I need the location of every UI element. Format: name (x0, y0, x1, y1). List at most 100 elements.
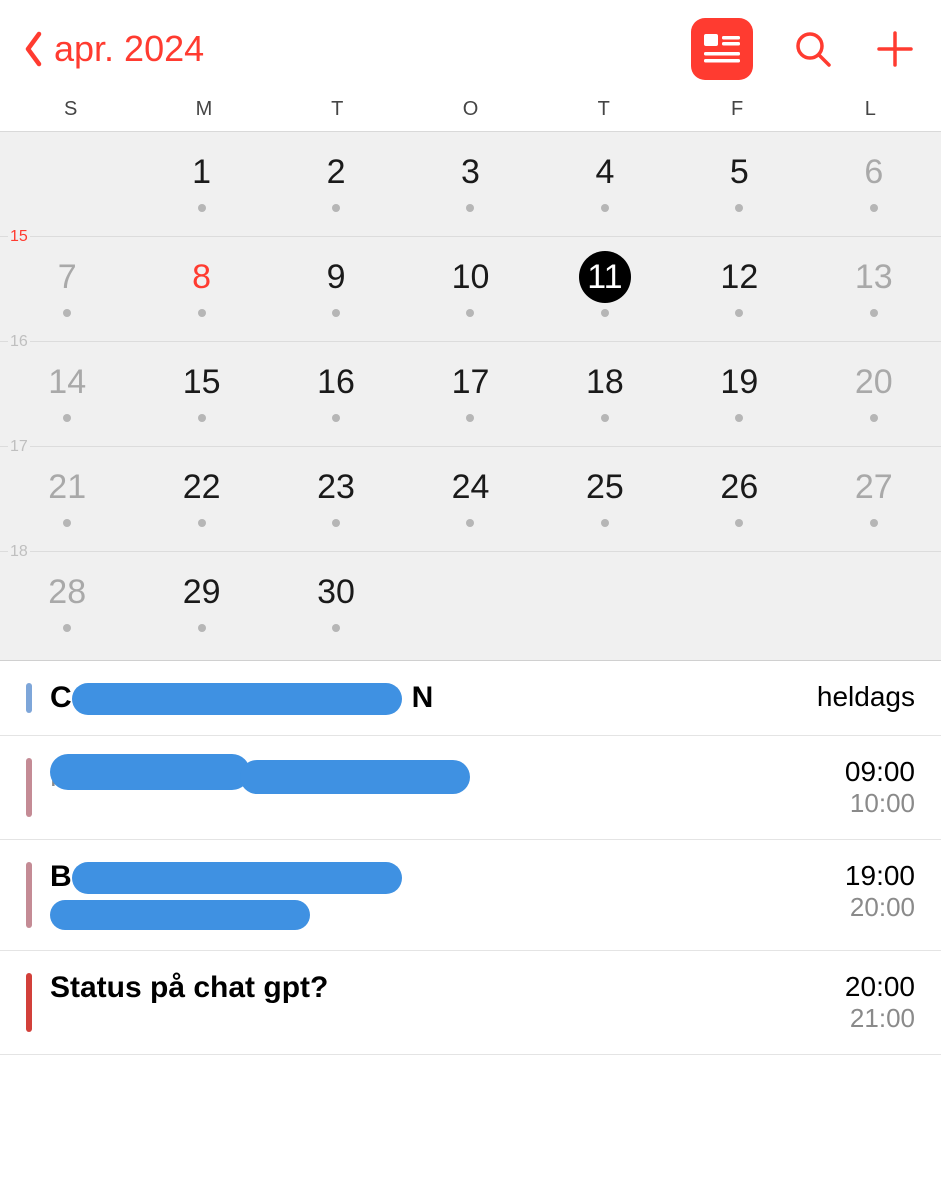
event-color-stripe (26, 683, 32, 713)
day-number: 5 (713, 146, 765, 198)
event-time-start: 20:00 (795, 971, 915, 1003)
event-dot-icon (198, 519, 206, 527)
event-dot-icon (332, 204, 340, 212)
day-cell[interactable]: 5 (672, 132, 806, 236)
search-icon (793, 29, 833, 69)
week-row: 1821222324252627 (0, 446, 941, 551)
event-dot-icon (870, 519, 878, 527)
day-cell[interactable]: 23 (269, 447, 403, 551)
day-number: 3 (444, 146, 496, 198)
add-event-button[interactable] (873, 27, 917, 71)
day-cell[interactable]: 25 (538, 447, 672, 551)
day-cell[interactable]: 9 (269, 237, 403, 341)
week-row: 28 29 30 (0, 551, 941, 656)
event-dot-icon (466, 309, 474, 317)
event-dot-icon (466, 414, 474, 422)
event-dot-icon (870, 309, 878, 317)
event-dot-icon (332, 519, 340, 527)
event-item[interactable]: B19:0020:00 (0, 840, 941, 951)
event-dot-icon (466, 519, 474, 527)
day-cell[interactable]: 29 (134, 552, 268, 656)
day-cell[interactable]: 26 (672, 447, 806, 551)
event-dot-icon (601, 414, 609, 422)
day-number: 21 (41, 461, 93, 513)
day-cell[interactable]: 22 (134, 447, 268, 551)
day-cell[interactable]: 10 (403, 237, 537, 341)
event-color-stripe (26, 862, 32, 928)
week-number: 18 (8, 543, 30, 561)
event-dot-icon (735, 204, 743, 212)
day-cell[interactable]: 12 (672, 237, 806, 341)
event-dot-icon (601, 204, 609, 212)
event-dot-icon (332, 309, 340, 317)
day-number: 4 (579, 146, 631, 198)
chevron-left-icon (24, 31, 44, 67)
event-item[interactable]: Status på chat gpt?20:0021:00 (0, 951, 941, 1055)
event-dot-icon (870, 414, 878, 422)
event-subtitle (50, 900, 795, 930)
event-dot-icon (332, 414, 340, 422)
event-dot-icon (735, 519, 743, 527)
list-view-button[interactable] (691, 18, 753, 80)
day-cell[interactable]: 14 (0, 342, 134, 446)
back-button[interactable]: apr. 2024 (24, 28, 204, 70)
weekday-label: T (537, 98, 670, 121)
event-allday-label: heldags (795, 681, 915, 713)
day-number: 17 (444, 356, 496, 408)
day-number: 29 (176, 566, 228, 618)
event-main: CN (50, 681, 795, 715)
event-dot-icon (63, 414, 71, 422)
day-cell[interactable]: 1 (134, 132, 268, 236)
day-cell[interactable]: 28 (0, 552, 134, 656)
back-label: apr. 2024 (54, 28, 204, 70)
event-dot-icon (601, 519, 609, 527)
day-cell[interactable]: 11 (538, 237, 672, 341)
day-cell[interactable]: 8 (134, 237, 268, 341)
day-number: 20 (848, 356, 900, 408)
day-number: 27 (848, 461, 900, 513)
event-main: Status på chat gpt? (50, 971, 795, 1005)
day-cell[interactable]: 13 (807, 237, 941, 341)
day-cell[interactable]: 19 (672, 342, 806, 446)
event-title: Status på chat gpt? (50, 971, 795, 1005)
day-cell[interactable]: 3 (403, 132, 537, 236)
day-number: 11 (579, 251, 631, 303)
day-number: 26 (713, 461, 765, 513)
weekday-label: T (271, 98, 404, 121)
day-cell[interactable]: 18 (538, 342, 672, 446)
redaction-smudge (72, 862, 402, 894)
week-number: 17 (8, 438, 30, 456)
day-number: 13 (848, 251, 900, 303)
event-times: 09:0010:00 (795, 756, 915, 819)
event-dot-icon (63, 624, 71, 632)
day-number: 30 (310, 566, 362, 618)
day-cell[interactable]: 4 (538, 132, 672, 236)
day-cell[interactable]: 7 (0, 237, 134, 341)
day-cell[interactable]: 16 (269, 342, 403, 446)
event-color-stripe (26, 973, 32, 1032)
weekday-label: O (404, 98, 537, 121)
day-number: 18 (579, 356, 631, 408)
day-cell[interactable]: 30 (269, 552, 403, 656)
day-cell[interactable]: 20 (807, 342, 941, 446)
event-item[interactable]: CNheldags (0, 661, 941, 736)
plus-icon (875, 29, 915, 69)
day-cell[interactable]: 2 (269, 132, 403, 236)
redaction-smudge (240, 760, 470, 794)
day-cell[interactable]: 15 (134, 342, 268, 446)
event-item[interactable]: Foreslått sted09:0010:00 (0, 736, 941, 840)
day-cell[interactable]: 17 (403, 342, 537, 446)
day-cell[interactable]: 21 (0, 447, 134, 551)
weekday-label: M (137, 98, 270, 121)
event-dot-icon (466, 204, 474, 212)
event-time-start: 19:00 (795, 860, 915, 892)
day-cell[interactable]: 24 (403, 447, 537, 551)
event-time-start: 09:00 (795, 756, 915, 788)
event-dot-icon (735, 309, 743, 317)
search-button[interactable] (791, 27, 835, 71)
event-dot-icon (198, 624, 206, 632)
day-number: 2 (310, 146, 362, 198)
day-cell[interactable]: 6 (807, 132, 941, 236)
day-cell[interactable]: 27 (807, 447, 941, 551)
event-dot-icon (198, 204, 206, 212)
